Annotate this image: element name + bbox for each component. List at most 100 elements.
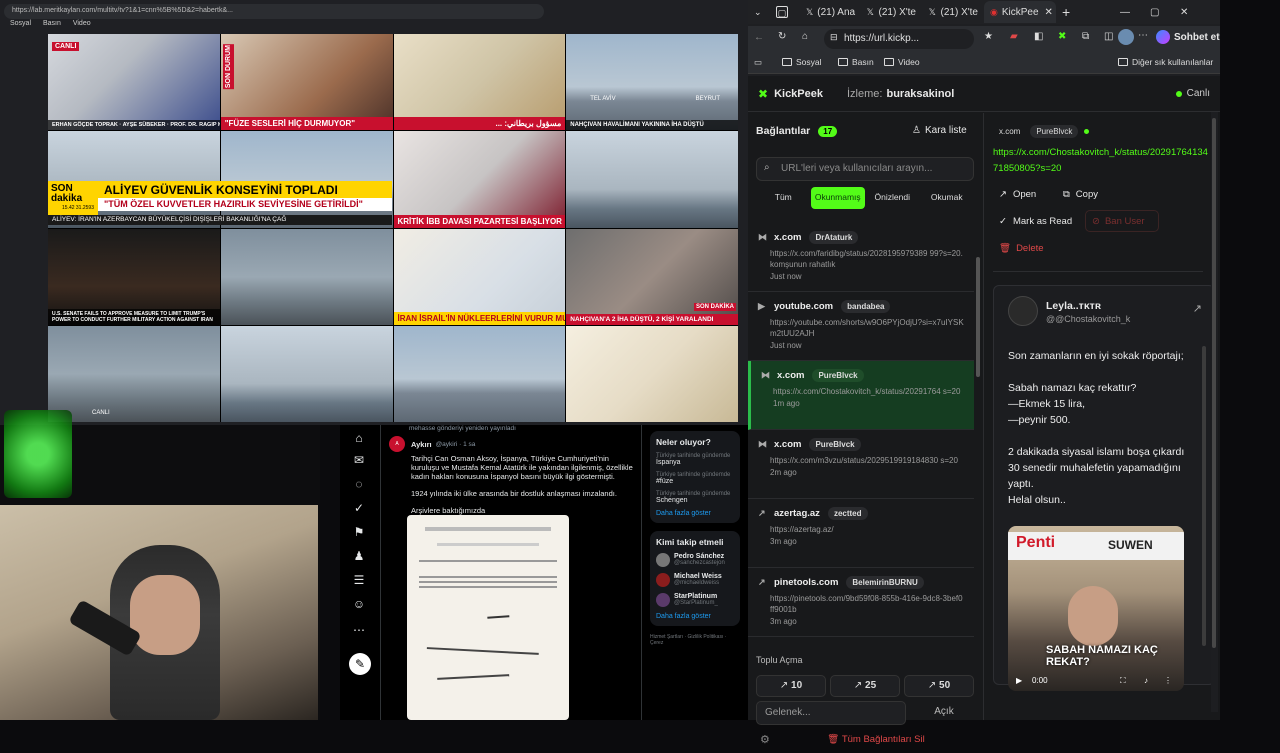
external-link-icon[interactable]: ↗: [1193, 302, 1202, 315]
favorite-star-icon[interactable]: ★: [984, 31, 993, 42]
news-tile-1[interactable]: CANLI ERHAN GÖÇDE TOPRAK · AYŞE SÜBEKER …: [48, 34, 220, 131]
address-bar[interactable]: ⊟ https://url.kickp...: [824, 29, 974, 49]
panel-scrollbar[interactable]: [1211, 112, 1218, 712]
news-tile-13[interactable]: CANLI: [48, 325, 220, 422]
bookmark-icon[interactable]: ⚑: [352, 525, 366, 539]
bulk-open-25-button[interactable]: ↗ 25: [830, 675, 900, 697]
more-options-icon[interactable]: ⋮: [1164, 676, 1172, 685]
delete-all-connections-button[interactable]: 🗑 Tüm Bağlantıları Sil: [778, 731, 974, 753]
more-options-icon[interactable]: ⋯: [1138, 30, 1148, 41]
follow-suggestion[interactable]: Michael Weiss @michaeldweiss: [656, 573, 734, 587]
copilot-chat-button[interactable]: Sohbet et: [1156, 30, 1220, 44]
avatar[interactable]: A: [389, 436, 405, 452]
jobs-icon[interactable]: ♟: [352, 549, 366, 563]
play-icon[interactable]: ▶: [1016, 676, 1022, 685]
ban-user-button[interactable]: ⊘ Ban User: [1085, 210, 1159, 232]
bookmark-video[interactable]: Video: [884, 57, 920, 67]
home-icon[interactable]: ⌂: [802, 31, 808, 42]
bookmark-sosyal[interactable]: Sosyal: [782, 57, 822, 67]
extension-icon[interactable]: ▰: [1010, 31, 1018, 42]
tab-all[interactable]: Tüm: [756, 187, 811, 209]
follow-show-more[interactable]: Daha fazla göster: [656, 613, 734, 620]
news-tile-8[interactable]: [566, 131, 738, 228]
grok-icon[interactable]: ◌: [352, 477, 366, 491]
mark-as-read-button[interactable]: ✓ Mark as Read: [993, 210, 1081, 232]
home-icon[interactable]: ⌂: [352, 431, 366, 445]
open-button[interactable]: Açık: [914, 701, 974, 725]
connection-item[interactable]: ▶ youtube.com bandabea https://youtube.com…: [748, 292, 974, 361]
tab-sidebar-toggle[interactable]: ⌄: [748, 1, 770, 23]
news-tile-7[interactable]: KRİTİK İBB DAVASI PAZARTESİ BAŞLIYOR: [393, 131, 566, 228]
tweet-video[interactable]: Penti SUWEN SABAH NAMAZI KAÇ REKAT? ▶ 0:…: [1008, 526, 1184, 691]
watching-user[interactable]: buraksakinol: [886, 88, 954, 100]
search-input[interactable]: ⌕ URL'leri veya kullanıcıları arayın...: [756, 157, 974, 181]
refresh-icon[interactable]: ↻: [778, 31, 786, 42]
split-screen-icon[interactable]: ◫: [1104, 31, 1113, 42]
tab-x-3[interactable]: 𝕏 (21) X'te: [922, 1, 984, 23]
tweet-author[interactable]: Aykırı: [411, 440, 432, 449]
mail-icon[interactable]: ✉: [352, 453, 366, 467]
news-tile-16[interactable]: [566, 325, 738, 422]
copy-link-button[interactable]: ⧉ Copy: [1057, 183, 1115, 205]
trend-item[interactable]: Türkiye tarihinde gündemde İspanya: [656, 453, 734, 466]
extensions-icon[interactable]: ⧉: [1082, 31, 1089, 42]
bookmark-basin[interactable]: Basın: [43, 20, 61, 27]
trends-show-more[interactable]: Daha fazla göster: [656, 510, 734, 517]
maximize-button[interactable]: ▢: [1144, 1, 1174, 23]
fullscreen-icon[interactable]: ⛶: [1120, 676, 1126, 686]
profile-avatar[interactable]: [1118, 29, 1134, 45]
volume-icon[interactable]: ♪: [1144, 676, 1148, 685]
connection-item[interactable]: ↗ azertag.az zectted https://azertag.az/ 3…: [748, 499, 974, 568]
bulk-open-10-button[interactable]: ↗ 10: [756, 675, 826, 697]
tweet-author[interactable]: Leyla..ᴛᴋᴛʀ: [1046, 300, 1101, 312]
bookmark-video[interactable]: Video: [73, 20, 91, 27]
trend-item[interactable]: Türkiye tarihinde gündemde Schengen: [656, 491, 734, 504]
bulk-open-50-button[interactable]: ↗ 50: [904, 675, 974, 697]
connection-item[interactable]: ↗ pinetools.com BelemirinBURNU https://pin…: [748, 568, 974, 637]
news-tile-14[interactable]: [220, 325, 393, 422]
settings-gear-icon[interactable]: ⚙: [760, 733, 770, 746]
blacklist-button[interactable]: ♙ Kara liste: [912, 125, 967, 136]
connection-item[interactable]: ⧓ x.com PureBlvck https://x.com/m3vzu/stat…: [748, 430, 974, 499]
list-icon[interactable]: ☰: [352, 573, 366, 587]
profile-icon[interactable]: ☺: [352, 597, 366, 611]
tweet-avatar[interactable]: [1008, 296, 1038, 326]
tab-unread[interactable]: Okunmamış: [810, 187, 865, 209]
news-tile-3[interactable]: مسؤول بريطاني: ...: [393, 34, 566, 131]
card-scrollbar[interactable]: [1202, 346, 1206, 646]
other-bookmarks[interactable]: Diğer sık kullanılanlar: [1118, 57, 1213, 67]
news-tile-11[interactable]: İRAN İSRAİL'İN NÜKLEERLERİNİ VURUR MU?: [393, 228, 566, 325]
news-tile-2[interactable]: SON DURUM "FÜZE SESLERİ HİÇ DURMUYOR": [220, 34, 393, 131]
new-tab-button[interactable]: +: [1056, 1, 1080, 23]
tab-read[interactable]: Okumak: [920, 187, 975, 209]
reading-list-icon[interactable]: ▭: [754, 57, 762, 68]
back-icon[interactable]: ←: [754, 32, 764, 43]
tweet-document-image[interactable]: [407, 515, 569, 720]
news-tile-12[interactable]: SON DAKİKA NAHÇIVAN'A 2 İHA DÜŞTÜ, 2 KİŞ…: [566, 228, 738, 325]
tab-x-2[interactable]: 𝕏 (21) X'te: [860, 1, 922, 23]
connections-scrollbar[interactable]: [976, 257, 980, 377]
background-address-bar[interactable]: https://lab.meritkaylan.com/multitv/tv?1…: [4, 4, 544, 19]
open-link-button[interactable]: ↗ Open: [993, 183, 1051, 205]
detail-url-link[interactable]: https://x.com/Chostakovitch_k/status/202…: [993, 145, 1211, 177]
delete-button[interactable]: 🗑 Delete: [993, 237, 1057, 259]
compose-post-icon[interactable]: ✎: [349, 653, 371, 675]
connection-item-selected[interactable]: ⧓ x.com PureBlvck https://x.com/Chostakovi…: [748, 361, 974, 430]
trend-item[interactable]: Türkiye tarihinde gündemde #füze: [656, 472, 734, 485]
bookmark-sosyal[interactable]: Sosyal: [10, 20, 31, 27]
verified-icon[interactable]: ✓: [352, 501, 366, 515]
tab-twitch[interactable]: ▢: [770, 1, 800, 23]
tweet-handle[interactable]: @@Chostakovitch_k: [1046, 314, 1130, 324]
more-icon[interactable]: ⋯: [352, 623, 366, 637]
tweet-handle[interactable]: @aykiri · 1 sa: [436, 441, 476, 448]
tab-kickpeek[interactable]: ◉ KickPee ✕: [984, 1, 1056, 23]
extension-icon[interactable]: ◧: [1034, 31, 1043, 42]
tab-x-1[interactable]: 𝕏 (21) Ana: [800, 1, 860, 23]
follow-suggestion[interactable]: Pedro Sánchez @sanchezcastejon: [656, 553, 734, 567]
news-tile-4[interactable]: TEL AVİV BEYRUT NAHÇIVAN HAVALİMANI YAKI…: [566, 34, 738, 131]
connection-item[interactable]: ⧓ x.com DrAtaturk https://x.com/faridibg/s…: [748, 223, 974, 292]
news-tile-15[interactable]: [393, 325, 566, 422]
news-tile-10[interactable]: [220, 228, 393, 325]
follow-suggestion[interactable]: StarPlatinum @StarPlatinum_: [656, 593, 734, 607]
kickpeek-extension-icon[interactable]: ✖: [1058, 31, 1066, 42]
